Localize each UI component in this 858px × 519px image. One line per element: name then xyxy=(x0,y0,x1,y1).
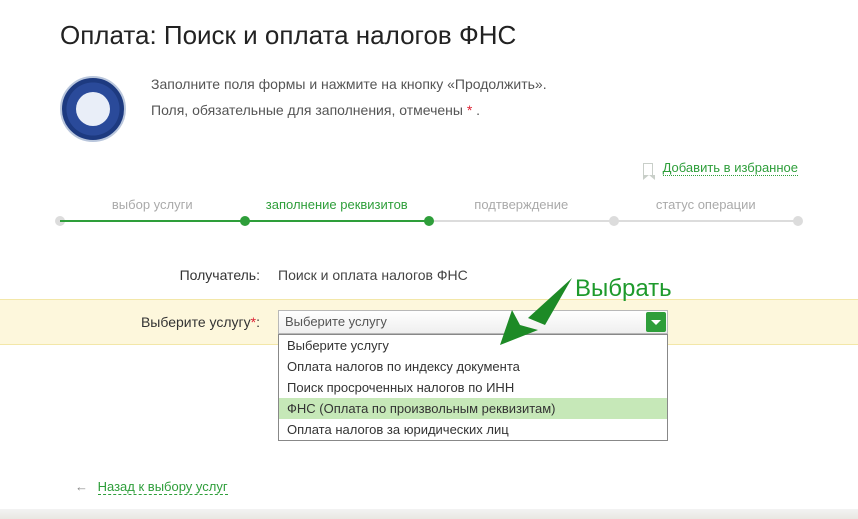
recipient-row: Получатель: Поиск и оплата налогов ФНС xyxy=(60,261,798,289)
arrow-left-icon: ← xyxy=(75,479,88,494)
step-label: выбор услуги xyxy=(112,197,193,212)
back-link[interactable]: Назад к выбору услуг xyxy=(98,479,228,495)
step-fill-requisites: заполнение реквизитов xyxy=(245,197,430,226)
bookmark-icon xyxy=(643,163,653,175)
chevron-down-icon[interactable] xyxy=(646,312,666,332)
service-select-option[interactable]: Оплата налогов по индексу документа xyxy=(279,356,667,377)
intro-line-1: Заполните поля формы и нажмите на кнопку… xyxy=(151,76,547,92)
progress-stepper: выбор услуги заполнение реквизитов подтв… xyxy=(60,197,798,226)
service-select-option[interactable]: Поиск просроченных налогов по ИНН xyxy=(279,377,667,398)
fns-logo xyxy=(60,76,126,142)
step-dot xyxy=(240,216,250,226)
step-select-service: выбор услуги xyxy=(60,197,245,226)
intro-block: Заполните поля формы и нажмите на кнопку… xyxy=(60,76,798,142)
service-select-option[interactable]: Оплата налогов за юридических лиц xyxy=(279,419,667,440)
service-select-row: Выберите услугу*: Выберите услугу Выбери… xyxy=(0,299,858,345)
annotation-select-hint: Выбрать xyxy=(575,275,672,303)
step-label: заполнение реквизитов xyxy=(266,197,408,212)
step-status: статус операции xyxy=(614,197,799,226)
service-select-current: Выберите услугу xyxy=(285,314,387,329)
service-select-label-suffix: : xyxy=(256,314,260,330)
service-select-option[interactable]: Выберите услугу xyxy=(279,335,667,356)
step-dot xyxy=(609,216,619,226)
step-label: статус операции xyxy=(656,197,756,212)
service-select-dropdown[interactable]: Выберите услугуОплата налогов по индексу… xyxy=(278,334,668,441)
recipient-label: Получатель: xyxy=(60,267,260,283)
step-dot xyxy=(424,216,434,226)
service-select-option[interactable]: ФНС (Оплата по произвольным реквизитам) xyxy=(279,398,667,419)
step-dot xyxy=(793,216,803,226)
intro-line-2: Поля, обязательные для заполнения, отмеч… xyxy=(151,102,547,118)
service-select[interactable]: Выберите услугу xyxy=(278,310,668,334)
intro-line-2a: Поля, обязательные для заполнения, отмеч… xyxy=(151,102,467,118)
annotation-arrow-icon xyxy=(490,270,580,350)
intro-line-2b: . xyxy=(472,102,480,118)
service-select-label: Выберите услугу*: xyxy=(60,314,260,330)
service-select-label-text: Выберите услугу xyxy=(141,314,251,330)
step-confirmation: подтверждение xyxy=(429,197,614,226)
page-title: Оплата: Поиск и оплата налогов ФНС xyxy=(60,20,798,51)
step-label: подтверждение xyxy=(474,197,568,212)
add-favorite-link[interactable]: Добавить в избранное xyxy=(663,160,798,176)
page-shadow xyxy=(0,509,858,519)
